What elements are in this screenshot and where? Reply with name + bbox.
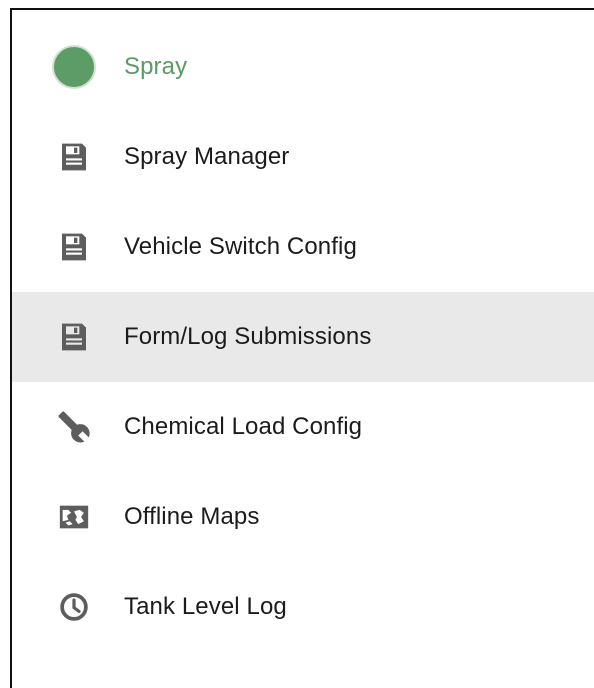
menu-item-vehicle-switch-config[interactable]: Vehicle Switch Config: [12, 202, 594, 292]
navigation-menu: Spray Spray Manager Vehicle Switch Confi…: [12, 22, 594, 652]
menu-item-label: Chemical Load Config: [124, 413, 363, 440]
save-icon: [52, 315, 96, 359]
menu-item-form-log-submissions[interactable]: Form/Log Submissions: [12, 292, 594, 382]
menu-item-tank-level-log[interactable]: Tank Level Log: [12, 562, 594, 652]
menu-item-label: Offline Maps: [124, 503, 260, 530]
map-icon: [52, 495, 96, 539]
save-icon: [52, 135, 96, 179]
menu-item-label: Spray: [124, 53, 188, 80]
menu-item-offline-maps[interactable]: Offline Maps: [12, 472, 594, 562]
menu-item-label: Spray Manager: [124, 143, 290, 170]
menu-item-label: Vehicle Switch Config: [124, 233, 357, 260]
menu-item-spray-manager[interactable]: Spray Manager: [12, 112, 594, 202]
wrench-icon: [52, 405, 96, 449]
menu-item-label: Tank Level Log: [124, 593, 287, 620]
menu-item-chemical-load-config[interactable]: Chemical Load Config: [12, 382, 594, 472]
clock-icon: [52, 585, 96, 629]
menu-item-label: Form/Log Submissions: [124, 323, 372, 350]
save-icon: [52, 225, 96, 269]
circle-icon: [52, 45, 96, 89]
menu-item-spray[interactable]: Spray: [12, 22, 594, 112]
